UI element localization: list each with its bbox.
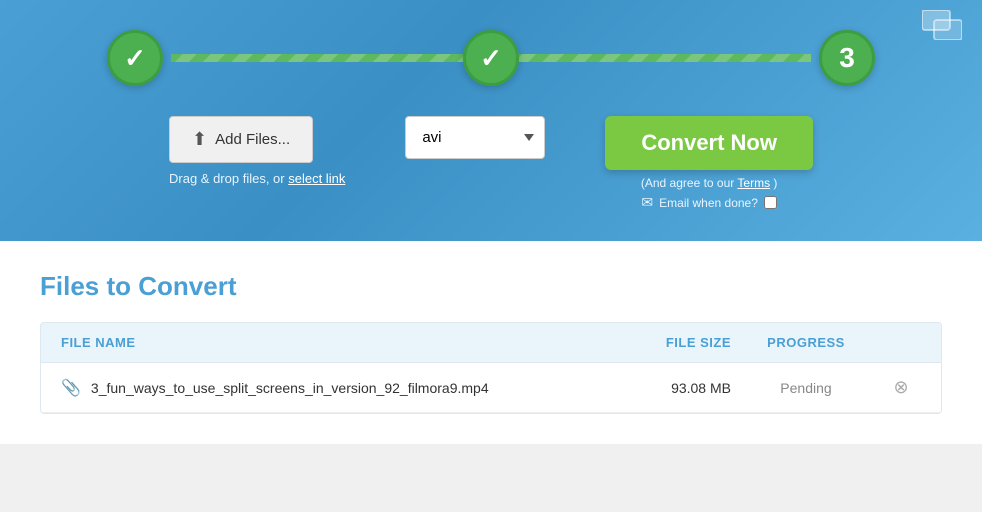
- terms-text: (And agree to our Terms ): [641, 176, 778, 190]
- step-1-circle: ✓: [107, 30, 163, 86]
- row-filesize: 93.08 MB: [611, 380, 731, 396]
- steps-row: ✓ ✓ 3: [107, 30, 875, 86]
- controls-row: ⬆ Add Files... Drag & drop files, or sel…: [60, 116, 922, 211]
- row-action: ⊗: [881, 377, 921, 398]
- clip-icon: 📎: [61, 378, 81, 398]
- logo-area: [922, 10, 962, 47]
- step-2-check: ✓: [480, 43, 502, 74]
- table-header: FILE NAME FILE SIZE PROGRESS: [41, 323, 941, 363]
- remove-button[interactable]: ⊗: [893, 377, 908, 398]
- step-2-circle: ✓: [463, 30, 519, 86]
- col-filename-header: FILE NAME: [61, 335, 611, 350]
- email-icon: ✉: [641, 194, 653, 211]
- step-1-check: ✓: [124, 43, 146, 74]
- format-select[interactable]: avi mp4 mov mkv wmv flv webm: [405, 116, 545, 159]
- email-label: Email when done?: [659, 196, 758, 210]
- progress-bar: ✓ ✓ 3: [60, 30, 922, 86]
- file-table: FILE NAME FILE SIZE PROGRESS 📎 3_fun_way…: [40, 322, 942, 414]
- filename-text: 3_fun_ways_to_use_split_screens_in_versi…: [91, 380, 489, 396]
- upload-icon: ⬆: [192, 129, 207, 150]
- add-files-button[interactable]: ⬆ Add Files...: [169, 116, 313, 163]
- step-3-number: 3: [839, 42, 855, 74]
- col-progress-header: PROGRESS: [731, 335, 881, 350]
- add-files-label: Add Files...: [215, 131, 290, 148]
- email-checkbox[interactable]: [764, 196, 777, 209]
- row-progress: Pending: [731, 380, 881, 396]
- table-row: 📎 3_fun_ways_to_use_split_screens_in_ver…: [41, 363, 941, 413]
- step-3-circle: 3: [819, 30, 875, 86]
- drag-drop-text: Drag & drop files, or select link: [169, 171, 345, 186]
- terms-link[interactable]: Terms: [737, 176, 770, 190]
- convert-group: Convert Now (And agree to our Terms ) ✉ …: [605, 116, 813, 211]
- add-files-group: ⬆ Add Files... Drag & drop files, or sel…: [169, 116, 345, 186]
- section-title: Files to Convert: [40, 271, 942, 302]
- row-filename: 📎 3_fun_ways_to_use_split_screens_in_ver…: [61, 378, 611, 398]
- format-select-group: avi mp4 mov mkv wmv flv webm: [405, 116, 545, 159]
- convert-now-button[interactable]: Convert Now: [605, 116, 813, 170]
- col-filesize-header: FILE SIZE: [611, 335, 731, 350]
- bottom-section: Files to Convert FILE NAME FILE SIZE PRO…: [0, 241, 982, 444]
- col-action-header: [881, 335, 921, 350]
- email-row: ✉ Email when done?: [641, 194, 776, 211]
- top-section: ✓ ✓ 3 ⬆ Add Files... Drag & drop files, …: [0, 0, 982, 241]
- select-link[interactable]: select link: [288, 171, 345, 186]
